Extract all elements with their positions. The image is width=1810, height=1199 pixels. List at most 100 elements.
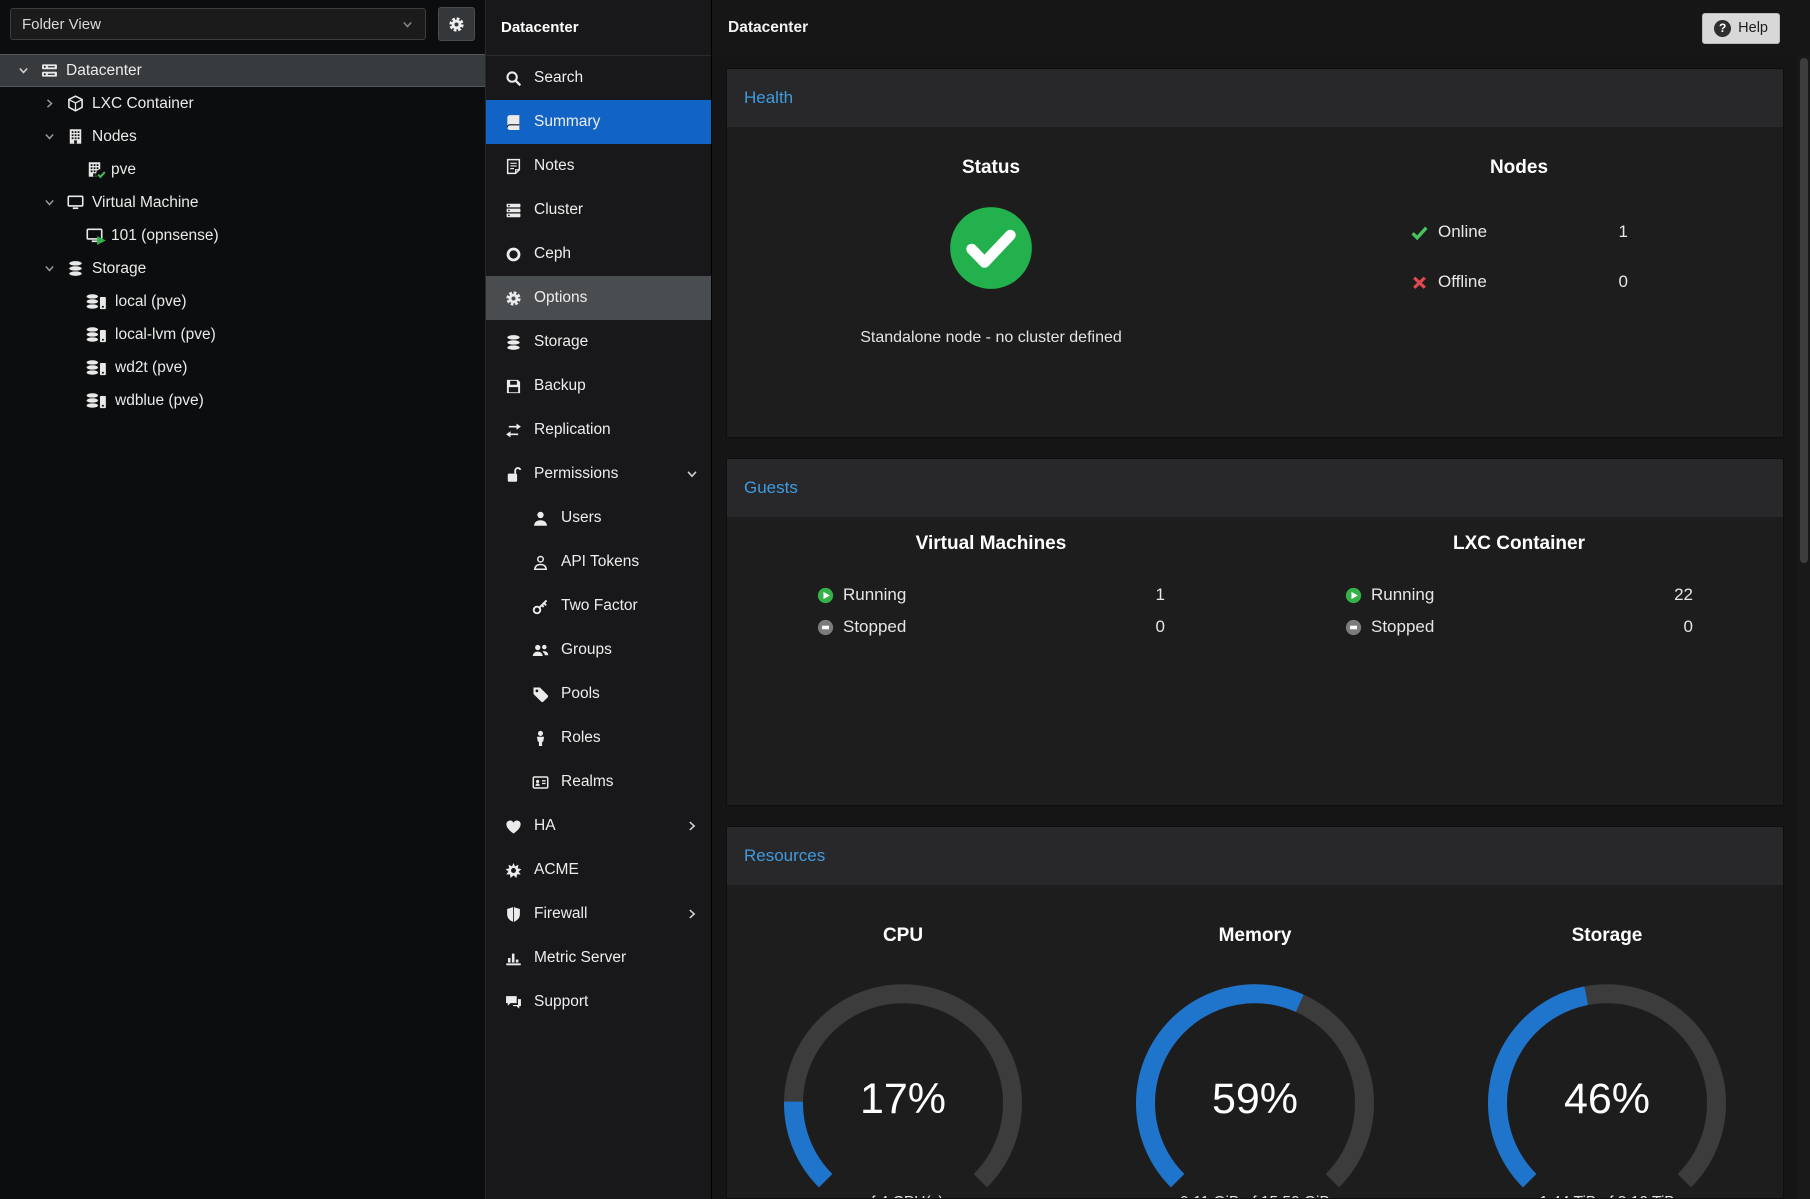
vm-stopped-row: Stopped 0: [817, 611, 1165, 643]
tree-item-storage[interactable]: Storage: [0, 252, 485, 285]
menu-item-label: Support: [534, 993, 588, 1011]
chevron-down-icon: [685, 467, 699, 481]
node-online-icon: [84, 161, 104, 178]
menu-item-ha[interactable]: HA: [486, 804, 711, 848]
tree-item-storage-wd2t[interactable]: wd2t (pve): [0, 351, 485, 384]
menu-item-permissions[interactable]: Permissions: [486, 452, 711, 496]
chevron-right-icon[interactable]: [40, 97, 58, 110]
tree-item-storage-local-lvm[interactable]: local-lvm (pve): [0, 318, 485, 351]
menu-item-summary[interactable]: Summary: [486, 100, 711, 144]
menu-item-pools[interactable]: Pools: [486, 672, 711, 716]
panel-title: Guests: [744, 478, 798, 498]
help-icon: ?: [1714, 20, 1731, 37]
menu-item-options[interactable]: Options: [486, 276, 711, 320]
chevron-down-icon[interactable]: [40, 262, 58, 275]
tree-item-lxc-container[interactable]: LXC Container: [0, 87, 485, 120]
vertical-scrollbar[interactable]: [1798, 56, 1810, 1199]
chevron-down-icon[interactable]: [40, 196, 58, 209]
storage-drive-icon: [84, 392, 108, 409]
check-icon: [1410, 223, 1429, 242]
nodes-offline-row: Offline 0: [1410, 257, 1628, 307]
tag-icon: [531, 686, 550, 703]
menu-item-label: Roles: [561, 729, 601, 747]
menu-item-label: Replication: [534, 421, 611, 439]
user-icon: [531, 510, 550, 527]
menu-item-metric-server[interactable]: Metric Server: [486, 936, 711, 980]
play-circle-icon: [817, 587, 834, 604]
menu-item-users[interactable]: Users: [486, 496, 711, 540]
nodes-online-value: 1: [1619, 222, 1628, 242]
menu-item-label: Firewall: [534, 905, 587, 923]
vm-running-label: Running: [843, 585, 906, 605]
tree-item-storage-wdblue[interactable]: wdblue (pve): [0, 384, 485, 417]
replication-arrows-icon: [504, 422, 523, 439]
bar-chart-icon: [504, 950, 523, 967]
menu-item-label: Pools: [561, 685, 600, 703]
menu-item-firewall[interactable]: Firewall: [486, 892, 711, 936]
chevron-right-icon: [685, 907, 699, 921]
menu-item-label: Summary: [534, 113, 600, 131]
proxmox-app: Folder View Datacenter LXC Container: [0, 0, 1810, 1199]
vm-running-value: 1: [1156, 585, 1165, 605]
menu-item-label: Groups: [561, 641, 612, 659]
health-panel-header: Health: [727, 69, 1783, 127]
status-ok-icon: [948, 205, 1034, 291]
tree-item-label: local-lvm (pve): [115, 326, 216, 344]
tree-item-pve[interactable]: pve: [0, 153, 485, 186]
menu-item-groups[interactable]: Groups: [486, 628, 711, 672]
menu-item-storage[interactable]: Storage: [486, 320, 711, 364]
menu-item-ceph[interactable]: Ceph: [486, 232, 711, 276]
cube-icon: [65, 95, 85, 112]
menu-item-replication[interactable]: Replication: [486, 408, 711, 452]
tree-item-nodes[interactable]: Nodes: [0, 120, 485, 153]
scrollbar-thumb[interactable]: [1800, 58, 1808, 563]
tree-settings-button[interactable]: [438, 7, 475, 41]
menu-item-realms[interactable]: Realms: [486, 760, 711, 804]
menu-item-two-factor[interactable]: Two Factor: [486, 584, 711, 628]
tree-item-datacenter[interactable]: Datacenter: [0, 54, 485, 87]
tree-item-vm-101[interactable]: 101 (opnsense): [0, 219, 485, 252]
menu-item-label: Cluster: [534, 201, 583, 219]
cpu-gauge-title: CPU: [883, 925, 923, 947]
menu-item-label: Options: [534, 289, 587, 307]
burst-icon: [504, 862, 523, 879]
menu-item-search[interactable]: Search: [486, 56, 711, 100]
tree-item-virtual-machine[interactable]: Virtual Machine: [0, 186, 485, 219]
health-status-column: Status Standalone node - no cluster defi…: [727, 127, 1255, 347]
menu-item-label: Notes: [534, 157, 575, 175]
menu-item-roles[interactable]: Roles: [486, 716, 711, 760]
help-button[interactable]: ? Help: [1702, 13, 1780, 44]
tree-item-label: 101 (opnsense): [111, 227, 219, 245]
lxc-running-label: Running: [1371, 585, 1434, 605]
nodes-online-row: Online 1: [1410, 207, 1628, 257]
storage-drive-icon: [84, 293, 108, 310]
menu-item-label: Storage: [534, 333, 588, 351]
storage-percent: 46%: [1461, 1075, 1753, 1124]
menu-item-notes[interactable]: Notes: [486, 144, 711, 188]
menu-item-label: API Tokens: [561, 553, 639, 571]
menu-item-api-tokens[interactable]: API Tokens: [486, 540, 711, 584]
main-header: Datacenter ? Help: [712, 0, 1810, 56]
lxc-running-value: 22: [1674, 585, 1693, 605]
note-icon: [504, 158, 523, 175]
tree-item-storage-local[interactable]: local (pve): [0, 285, 485, 318]
resource-tree: Datacenter LXC Container Nodes pve: [0, 48, 485, 417]
users-icon: [531, 642, 550, 659]
chevron-down-icon[interactable]: [14, 64, 32, 77]
chevron-down-icon[interactable]: [40, 130, 58, 143]
memory-gauge-title: Memory: [1219, 925, 1292, 947]
play-circle-icon: [1345, 587, 1362, 604]
vm-running-row: Running 1: [817, 579, 1165, 611]
menu-item-support[interactable]: Support: [486, 980, 711, 1024]
view-mode-select[interactable]: Folder View: [10, 8, 426, 40]
menu-item-acme[interactable]: ACME: [486, 848, 711, 892]
status-message: Standalone node - no cluster defined: [860, 329, 1122, 347]
menu-item-backup[interactable]: Backup: [486, 364, 711, 408]
menu-item-cluster[interactable]: Cluster: [486, 188, 711, 232]
main-area: Datacenter ? Help Health Status: [712, 0, 1810, 1199]
vm-stopped-value: 0: [1156, 617, 1165, 637]
storage-gauge-title: Storage: [1572, 925, 1643, 947]
menu-item-label: ACME: [534, 861, 579, 879]
tree-item-label: wdblue (pve): [115, 392, 204, 410]
storage-gauge: Storage 46% 1.44 TiB of 3.10 TiB: [1431, 885, 1783, 1198]
